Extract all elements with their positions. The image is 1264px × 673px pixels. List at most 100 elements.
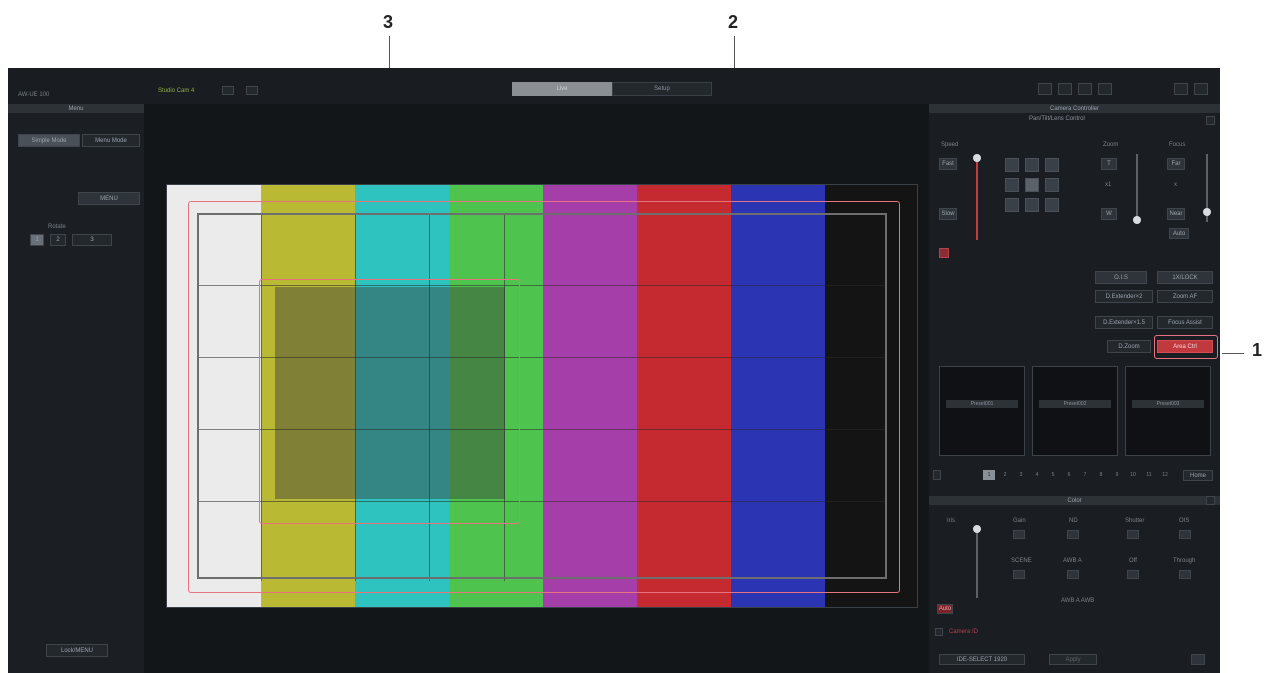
speed-slider-knob[interactable] — [973, 154, 981, 162]
ois-label: OIS — [1179, 518, 1190, 524]
lock-menu-button[interactable]: Lock/MENU — [46, 644, 108, 657]
zoom-af-button[interactable]: Zoom AF — [1157, 290, 1213, 303]
fullscreen-icon[interactable] — [1174, 83, 1188, 95]
settings-icon[interactable] — [1194, 83, 1208, 95]
rotate-label: Rotate — [48, 224, 66, 230]
tab-live[interactable]: Live — [512, 82, 612, 96]
zoom-slider[interactable] — [1136, 154, 1138, 222]
speed-slider[interactable] — [976, 160, 978, 240]
pan-tilt-right-icon[interactable] — [1045, 178, 1059, 192]
pan-tilt-up-left-icon[interactable] — [1005, 158, 1019, 172]
preset-thumbnail[interactable]: Preset002 — [1032, 366, 1118, 456]
callout-1-line — [1222, 353, 1244, 354]
ois-setting-button[interactable] — [1179, 530, 1191, 539]
pan-tilt-down-icon[interactable] — [1025, 198, 1039, 212]
color-header: Color — [929, 496, 1220, 505]
preset-page-7[interactable]: 7 — [1079, 470, 1091, 480]
rotate-option-2[interactable]: 2 — [50, 234, 66, 246]
d-zoom-button[interactable]: D.Zoom — [1107, 340, 1151, 353]
pan-tilt-left-icon[interactable] — [1005, 178, 1019, 192]
focus-auto-button[interactable]: Auto — [1169, 228, 1189, 239]
iris-slider[interactable] — [976, 528, 978, 598]
layout-4-icon[interactable] — [1098, 83, 1112, 95]
shutter-button[interactable] — [1127, 530, 1139, 539]
pan-tilt-subheader: Pan/Tilt/Lens Control — [1029, 116, 1085, 122]
menu-button[interactable]: MENU — [78, 192, 140, 205]
awb-button[interactable] — [1067, 570, 1079, 579]
focus-far-button[interactable]: Far — [1167, 158, 1185, 170]
speed-slow-button[interactable]: Slow — [939, 208, 957, 220]
camera-next-icon[interactable] — [246, 86, 258, 95]
preset-home-button[interactable]: Home — [1183, 470, 1213, 481]
gain-label: Gain — [1013, 518, 1026, 524]
shutter-label: Shutter — [1125, 518, 1145, 524]
preset-page-5[interactable]: 5 — [1047, 470, 1059, 480]
focus-position: x — [1174, 182, 1177, 188]
preset-page-2[interactable]: 2 — [999, 470, 1011, 480]
zoom-wide-button[interactable]: W — [1101, 208, 1117, 220]
pan-tilt-down-left-icon[interactable] — [1005, 198, 1019, 212]
camera-control-panel: Camera Controller Pan/Tilt/Lens Control … — [929, 104, 1220, 673]
menu-mode-tab[interactable]: Menu Mode — [82, 134, 140, 147]
pan-tilt-up-icon[interactable] — [1025, 158, 1039, 172]
focus-slider-knob[interactable] — [1203, 208, 1211, 216]
focus-near-button[interactable]: Near — [1167, 208, 1185, 220]
nd-button[interactable] — [1067, 530, 1079, 539]
through-button[interactable] — [1179, 570, 1191, 579]
camera-status: Camera ID — [949, 629, 979, 635]
preset-page-1[interactable]: 1 — [983, 470, 995, 480]
camera-name[interactable]: Studio Cam 4 — [158, 88, 194, 94]
scene-button[interactable] — [1013, 570, 1025, 579]
callout-1: 1 — [1252, 340, 1263, 360]
apply-button[interactable]: Apply — [1049, 654, 1097, 665]
gain-button[interactable] — [1013, 530, 1025, 539]
zoom-position: x1 — [1105, 182, 1112, 188]
scene-select-field[interactable]: IDE-SELECT 1920 — [939, 654, 1025, 665]
zoom-tele-button[interactable]: T — [1101, 158, 1117, 170]
off-button[interactable] — [1127, 570, 1139, 579]
rotate-option-3[interactable]: 3 — [72, 234, 112, 246]
through-label: Through — [1173, 558, 1196, 564]
tab-setup[interactable]: Setup — [612, 82, 712, 96]
preset-thumbnail[interactable]: Preset001 — [939, 366, 1025, 456]
preset-page-3[interactable]: 3 — [1015, 470, 1027, 480]
camera-prev-icon[interactable] — [222, 86, 234, 95]
iris-auto-button[interactable]: Auto — [937, 604, 953, 614]
preset-page-10[interactable]: 10 — [1127, 470, 1139, 480]
preset-page-12[interactable]: 12 — [1159, 470, 1171, 480]
focus-assist-button[interactable]: Focus Assist — [1157, 316, 1213, 329]
rotate-option-1[interactable]: 1 — [30, 234, 44, 246]
simple-mode-tab[interactable]: Simple Mode — [18, 134, 80, 147]
nd-label: ND — [1069, 518, 1078, 524]
speed-fast-button[interactable]: Fast — [939, 158, 957, 170]
preset-page-8[interactable]: 8 — [1095, 470, 1107, 480]
preset-page-bar: 1 2 3 4 5 6 7 8 9 10 11 12 — [983, 470, 1177, 480]
pan-tilt-home-icon[interactable] — [1025, 178, 1039, 192]
preset-page-6[interactable]: 6 — [1063, 470, 1075, 480]
collapse-icon[interactable] — [1206, 116, 1215, 125]
left-panel: Menu Simple Mode Menu Mode MENU Rotate 1… — [8, 104, 144, 673]
d-extender-button[interactable]: D.Extender×1.5 — [1095, 316, 1153, 329]
record-indicator-icon[interactable] — [939, 248, 949, 258]
layout-1-icon[interactable] — [1038, 83, 1052, 95]
preset-page-9[interactable]: 9 — [1111, 470, 1123, 480]
layout-3-icon[interactable] — [1078, 83, 1092, 95]
ois-button[interactable]: O.I.S — [1095, 271, 1147, 284]
expand-icon[interactable] — [935, 628, 943, 636]
preset-page-11[interactable]: 11 — [1143, 470, 1155, 480]
lock-button[interactable]: 1X/LOCK — [1157, 271, 1213, 284]
preset-thumbnail[interactable]: Preset003 — [1125, 366, 1211, 456]
layout-2-icon[interactable] — [1058, 83, 1072, 95]
pan-tilt-up-right-icon[interactable] — [1045, 158, 1059, 172]
d-extender-x2-button[interactable]: D.Extender×2 — [1095, 290, 1153, 303]
lock-icon[interactable] — [1191, 654, 1205, 665]
color-collapse-icon[interactable] — [1206, 496, 1215, 505]
area-ctrl-highlight — [1154, 335, 1218, 359]
zoom-slider-knob[interactable] — [1133, 216, 1141, 224]
pan-tilt-down-right-icon[interactable] — [1045, 198, 1059, 212]
app-title: AW-UE 100 — [18, 92, 50, 98]
preset-prev-icon[interactable] — [933, 470, 941, 480]
iris-slider-knob[interactable] — [973, 525, 981, 533]
awb-a-label: AWB A — [1063, 558, 1082, 564]
preset-page-4[interactable]: 4 — [1031, 470, 1043, 480]
